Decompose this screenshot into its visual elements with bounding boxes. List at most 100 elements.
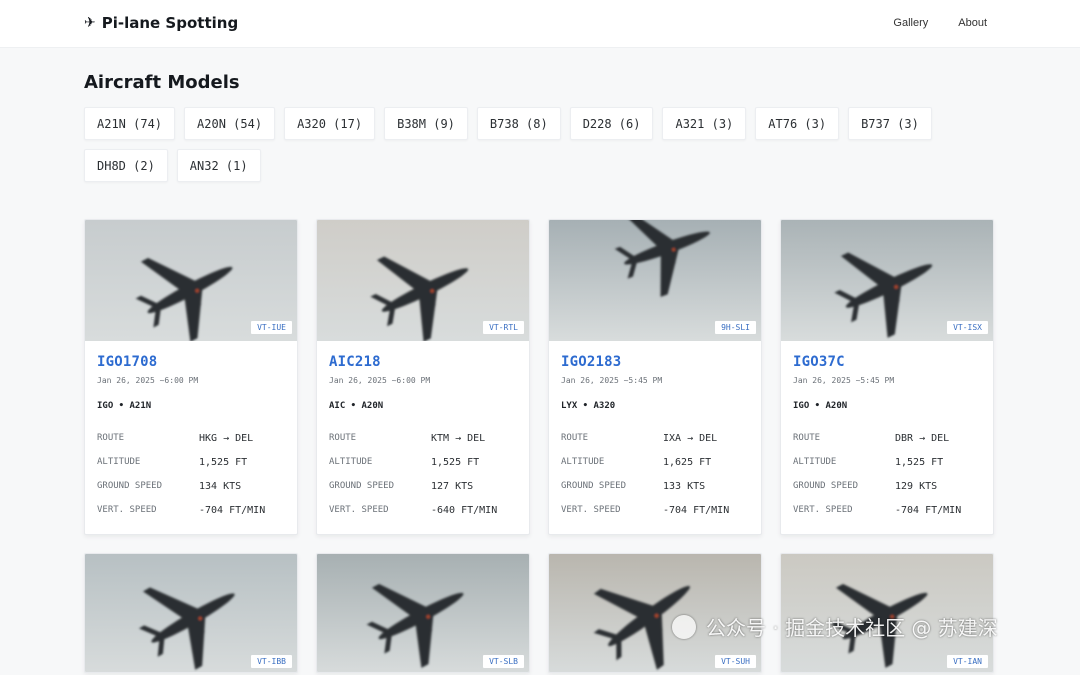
stat-value: -704 FT/MIN bbox=[199, 504, 266, 516]
aircraft-card[interactable]: VT-SLB bbox=[316, 553, 530, 673]
stat-label: ROUTE bbox=[329, 433, 357, 443]
aircraft-card[interactable]: VT-SUH bbox=[548, 553, 762, 673]
registration-badge: VT-IAN bbox=[947, 655, 988, 668]
stat-label: GROUND SPEED bbox=[329, 481, 395, 491]
flight-stats: ROUTE HKG → DEL ALTITUDE 1,525 FT GROUND S… bbox=[97, 426, 285, 522]
top-navbar: ✈ Pi-lane Spotting Gallery About bbox=[0, 0, 1080, 48]
aircraft-card[interactable]: VT-ISX IGO37C Jan 26, 2025 ~5:45 PM IGO … bbox=[780, 219, 994, 535]
operator-model: IGO • A20N bbox=[793, 401, 848, 411]
stat-value: 1,525 FT bbox=[895, 456, 944, 468]
stat-value: IXA → DEL bbox=[663, 432, 718, 444]
stat-label: GROUND SPEED bbox=[793, 481, 859, 491]
nav-link-about[interactable]: About bbox=[958, 17, 987, 29]
stat-value: DBR → DEL bbox=[895, 432, 950, 444]
stat-value: -704 FT/MIN bbox=[663, 504, 730, 516]
stat-label: ROUTE bbox=[793, 433, 821, 443]
stat-ground-speed: GROUND SPEED 133 KTS bbox=[561, 474, 749, 498]
stat-value: 127 KTS bbox=[431, 480, 474, 492]
stat-route: ROUTE HKG → DEL bbox=[97, 426, 285, 450]
flight-stats: ROUTE IXA → DEL ALTITUDE 1,625 FT GROUND S… bbox=[561, 426, 749, 522]
stat-altitude: ALTITUDE 1,525 FT bbox=[329, 450, 517, 474]
model-chip-b737[interactable]: B737 (3) bbox=[848, 107, 932, 140]
stat-value: 129 KTS bbox=[895, 480, 938, 492]
stat-label: VERT. SPEED bbox=[97, 505, 157, 515]
spotted-time: Jan 26, 2025 ~5:45 PM bbox=[561, 376, 663, 385]
aircraft-photo[interactable]: VT-IBB bbox=[85, 554, 297, 672]
operator-model: LYX • A320 bbox=[561, 401, 616, 411]
stat-value: 1,525 FT bbox=[431, 456, 480, 468]
card-info: IGO37C Jan 26, 2025 ~5:45 PM IGO • A20N … bbox=[781, 341, 993, 534]
nav-link-gallery[interactable]: Gallery bbox=[893, 17, 928, 29]
registration-badge: VT-SUH bbox=[715, 655, 756, 668]
operator-model: IGO • A21N bbox=[97, 401, 152, 411]
stat-label: ALTITUDE bbox=[793, 457, 837, 467]
stat-label: GROUND SPEED bbox=[561, 481, 627, 491]
model-chip-b738[interactable]: B738 (8) bbox=[476, 107, 561, 140]
aircraft-photo[interactable]: VT-RTL bbox=[317, 220, 529, 341]
stat-altitude: ALTITUDE 1,525 FT bbox=[97, 450, 285, 474]
stat-value: 1,625 FT bbox=[663, 456, 712, 468]
stat-vert-speed: VERT. SPEED -640 FT/MIN bbox=[329, 498, 517, 522]
aircraft-card[interactable]: VT-IUE IGO1708 Jan 26, 2025 ~6:00 PM IGO… bbox=[84, 219, 298, 535]
card-info: IGO2183 Jan 26, 2025 ~5:45 PM LYX • A320… bbox=[549, 341, 761, 534]
stat-vert-speed: VERT. SPEED -704 FT/MIN bbox=[561, 498, 749, 522]
model-chip-an32[interactable]: AN32 (1) bbox=[176, 149, 261, 182]
brand-title: Pi-lane Spotting bbox=[101, 14, 239, 32]
aircraft-card[interactable]: 9H-SLI IGO2183 Jan 26, 2025 ~5:45 PM LYX… bbox=[548, 219, 762, 535]
callsign[interactable]: IGO1708 bbox=[97, 354, 285, 370]
aircraft-photo[interactable]: VT-SUH bbox=[549, 554, 761, 672]
model-chip-a321[interactable]: A321 (3) bbox=[662, 107, 747, 140]
model-chip-a20n[interactable]: A20N (54) bbox=[184, 107, 276, 140]
flight-stats: ROUTE DBR → DEL ALTITUDE 1,525 FT GROUND S… bbox=[793, 426, 981, 522]
aircraft-card[interactable]: VT-IBB bbox=[84, 553, 298, 673]
spotted-time: Jan 26, 2025 ~5:45 PM bbox=[793, 376, 895, 385]
model-chip-at76[interactable]: AT76 (3) bbox=[755, 107, 840, 140]
stat-label: VERT. SPEED bbox=[561, 505, 621, 515]
stat-label: ALTITUDE bbox=[329, 457, 373, 467]
spotted-time: Jan 26, 2025 ~6:00 PM bbox=[97, 376, 199, 385]
stat-label: ALTITUDE bbox=[561, 457, 605, 467]
aircraft-card[interactable]: VT-RTL AIC218 Jan 26, 2025 ~6:00 PM AIC … bbox=[316, 219, 530, 535]
callsign[interactable]: IGO37C bbox=[793, 354, 981, 370]
stat-label: VERT. SPEED bbox=[793, 505, 853, 515]
aircraft-photo[interactable]: VT-IAN bbox=[781, 554, 993, 672]
stat-value: KTM → DEL bbox=[431, 432, 486, 444]
stat-label: ALTITUDE bbox=[97, 457, 141, 467]
brand-logo[interactable]: ✈ Pi-lane Spotting bbox=[84, 14, 238, 32]
stat-label: ROUTE bbox=[97, 433, 125, 443]
model-chip-a320[interactable]: A320 (17) bbox=[284, 107, 376, 140]
model-chip-d228[interactable]: D228 (6) bbox=[569, 107, 654, 140]
aircraft-card-grid: VT-IUE IGO1708 Jan 26, 2025 ~6:00 PM IGO… bbox=[84, 219, 994, 673]
card-info: AIC218 Jan 26, 2025 ~6:00 PM AIC • A20N … bbox=[317, 341, 529, 534]
stat-route: ROUTE KTM → DEL bbox=[329, 426, 517, 450]
flight-stats: ROUTE KTM → DEL ALTITUDE 1,525 FT GROUND S… bbox=[329, 426, 517, 522]
aircraft-photo[interactable]: VT-SLB bbox=[317, 554, 529, 672]
aircraft-photo[interactable]: VT-IUE bbox=[85, 220, 297, 341]
stat-label: GROUND SPEED bbox=[97, 481, 163, 491]
model-chip-a21n[interactable]: A21N (74) bbox=[84, 107, 176, 140]
stat-value: 133 KTS bbox=[663, 480, 706, 492]
model-filter-chips: A21N (74) A20N (54) A320 (17) B38M (9) B… bbox=[84, 107, 944, 182]
registration-badge: VT-IBB bbox=[251, 655, 292, 668]
registration-badge: 9H-SLI bbox=[715, 321, 756, 334]
stat-vert-speed: VERT. SPEED -704 FT/MIN bbox=[793, 498, 981, 522]
stat-ground-speed: GROUND SPEED 134 KTS bbox=[97, 474, 285, 498]
main-nav: Gallery About bbox=[893, 17, 987, 29]
model-chip-dh8d[interactable]: DH8D (2) bbox=[84, 149, 168, 182]
callsign[interactable]: AIC218 bbox=[329, 354, 517, 370]
stat-altitude: ALTITUDE 1,525 FT bbox=[793, 450, 981, 474]
spotted-time: Jan 26, 2025 ~6:00 PM bbox=[329, 376, 431, 385]
registration-badge: VT-ISX bbox=[947, 321, 988, 334]
stat-ground-speed: GROUND SPEED 127 KTS bbox=[329, 474, 517, 498]
callsign[interactable]: IGO2183 bbox=[561, 354, 749, 370]
model-chip-b38m[interactable]: B38M (9) bbox=[384, 107, 468, 140]
stat-value: -640 FT/MIN bbox=[431, 504, 498, 516]
aircraft-photo[interactable]: VT-ISX bbox=[781, 220, 993, 341]
aircraft-card[interactable]: VT-IAN bbox=[780, 553, 994, 673]
registration-badge: VT-RTL bbox=[483, 321, 524, 334]
stat-route: ROUTE IXA → DEL bbox=[561, 426, 749, 450]
stat-ground-speed: GROUND SPEED 129 KTS bbox=[793, 474, 981, 498]
aircraft-photo[interactable]: 9H-SLI bbox=[549, 220, 761, 341]
card-info: IGO1708 Jan 26, 2025 ~6:00 PM IGO • A21N… bbox=[85, 341, 297, 534]
registration-badge: VT-IUE bbox=[251, 321, 292, 334]
